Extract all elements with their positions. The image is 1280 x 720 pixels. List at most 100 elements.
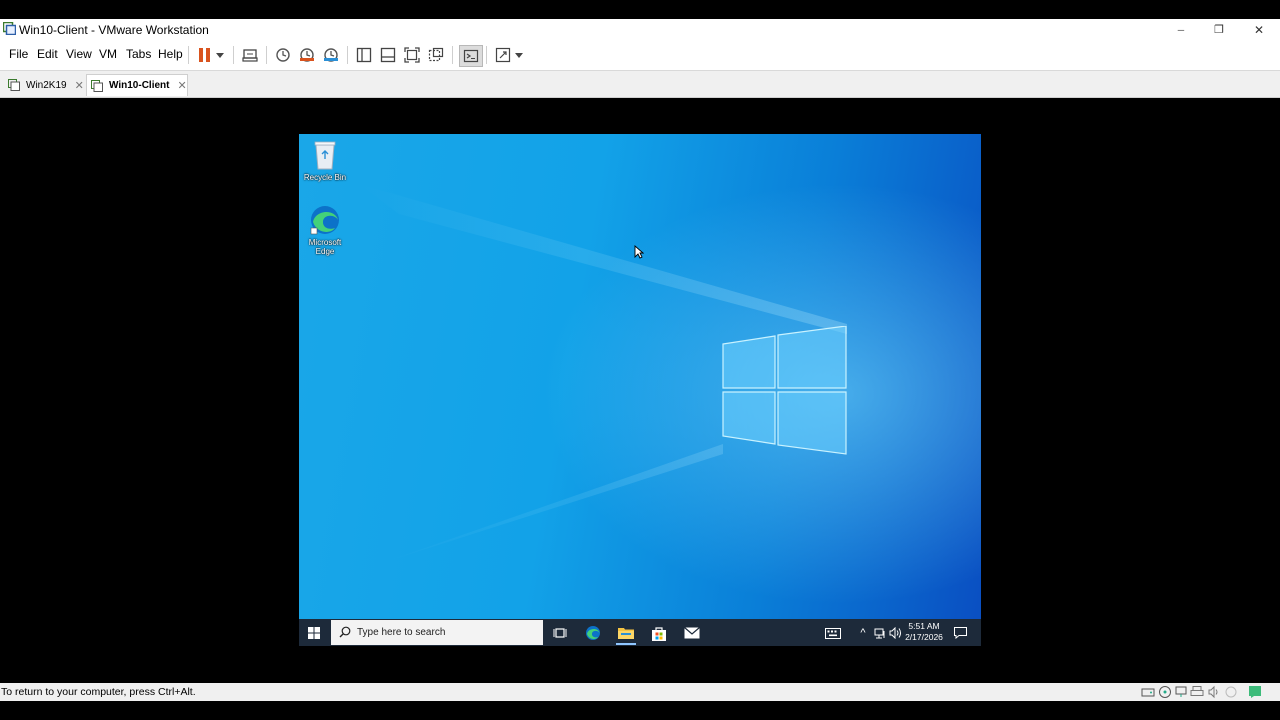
- file-explorer-icon: [618, 628, 634, 639]
- volume-icon: [889, 627, 901, 639]
- take-snapshot-button[interactable]: [272, 45, 294, 65]
- edge-icon: [586, 626, 600, 640]
- pause-icon: [199, 48, 210, 62]
- tab-label: Win2K19: [26, 79, 67, 91]
- library-icon: [356, 47, 372, 63]
- task-view-icon: [553, 628, 567, 638]
- mouse-cursor-icon: [634, 245, 644, 259]
- minimize-button[interactable]: ─: [1161, 19, 1201, 40]
- restore-button[interactable]: ❐: [1199, 19, 1239, 40]
- vm-icon: [91, 79, 103, 92]
- hard-disk-icon[interactable]: [1141, 685, 1155, 699]
- power-dropdown-button[interactable]: [211, 45, 229, 65]
- task-view-button[interactable]: [550, 623, 570, 643]
- vmware-app-icon: [2, 21, 17, 36]
- revert-snapshot-icon: [300, 48, 314, 62]
- start-button[interactable]: [304, 623, 324, 643]
- notification-icon: [953, 627, 967, 639]
- wallpaper-light-beams: [359, 184, 847, 564]
- dropdown-arrow-icon: [515, 52, 523, 58]
- vm-icon: [8, 79, 20, 91]
- microsoft-store-icon: [652, 626, 666, 641]
- console-icon: [463, 49, 479, 63]
- sound-card-icon[interactable]: [1207, 685, 1221, 699]
- full-screen-button[interactable]: [401, 45, 423, 65]
- taskbar-store-button[interactable]: [649, 623, 669, 643]
- console-view-button[interactable]: [459, 45, 483, 67]
- windows-logo-wallpaper: [722, 326, 847, 455]
- desktop-icon-recycle-bin[interactable]: Recycle Bin: [300, 139, 350, 182]
- taskbar-search-box[interactable]: Type here to search: [331, 620, 543, 645]
- stretch-guest-button[interactable]: [492, 45, 514, 65]
- show-hidden-icons-button[interactable]: ^: [853, 623, 873, 643]
- menu-view[interactable]: View: [66, 47, 92, 61]
- guest-desktop[interactable]: Recycle Bin Microsoft Edge: [299, 134, 981, 619]
- toolbar-divider: [233, 46, 234, 64]
- close-window-button[interactable]: ✕: [1239, 19, 1279, 40]
- desktop-icon-label: Microsoft: [308, 238, 342, 247]
- title-bar: Win10-Client - VMware Workstation ─ ❐ ✕: [0, 19, 1280, 40]
- printer-icon[interactable]: [1190, 685, 1204, 699]
- touch-keyboard-button[interactable]: [823, 623, 843, 643]
- chevron-up-icon: ^: [860, 627, 866, 639]
- windows-start-icon: [308, 627, 320, 639]
- stretch-dropdown-button[interactable]: [512, 45, 526, 65]
- minimize-icon: ─: [1177, 24, 1185, 35]
- message-log-icon[interactable]: [1248, 685, 1262, 699]
- revert-snapshot-button[interactable]: [296, 45, 318, 65]
- keyboard-icon: [825, 627, 841, 639]
- clock-date: 2/17/2026: [905, 632, 943, 642]
- thumbnail-bar-button[interactable]: [377, 45, 399, 65]
- thumbnail-bar-icon: [380, 47, 396, 63]
- unity-button[interactable]: [425, 45, 447, 65]
- vm-tab-bar: Win2K19 ✕ Win10-Client ✕: [0, 71, 1280, 98]
- snapshot-manager-button[interactable]: [320, 45, 342, 65]
- cd-dvd-icon[interactable]: [1158, 685, 1172, 699]
- restore-icon: ❐: [1214, 24, 1224, 36]
- close-tab-icon[interactable]: ✕: [177, 79, 186, 92]
- unity-icon: [428, 47, 444, 62]
- menu-file[interactable]: File: [9, 47, 28, 61]
- desktop-icon-label: Edge: [315, 247, 335, 256]
- show-library-button[interactable]: [353, 45, 375, 65]
- menu-toolbar: File Edit View VM Tabs Help: [0, 40, 1280, 71]
- toolbar-divider: [452, 46, 453, 64]
- menu-edit[interactable]: Edit: [37, 47, 58, 61]
- menu-help[interactable]: Help: [158, 47, 183, 61]
- recycle-bin-icon: [314, 141, 336, 170]
- close-tab-icon[interactable]: ✕: [75, 79, 84, 92]
- menu-vm[interactable]: VM: [99, 47, 117, 61]
- snapshot-manager-icon: [324, 48, 338, 62]
- desktop-icon-edge[interactable]: Microsoft Edge: [300, 204, 350, 256]
- toolbar-divider: [486, 46, 487, 64]
- menu-tabs[interactable]: Tabs: [126, 47, 151, 61]
- full-screen-icon: [404, 47, 420, 63]
- tab-win10-client[interactable]: Win10-Client ✕: [86, 74, 188, 96]
- toolbar-divider: [188, 46, 189, 64]
- send-ctrl-alt-del-button[interactable]: [239, 45, 261, 65]
- guest-taskbar: Type here to search ^ 5:51 AM 2/17/2026: [299, 619, 981, 646]
- action-center-button[interactable]: [950, 623, 970, 643]
- dropdown-arrow-icon: [216, 52, 224, 58]
- close-icon: ✕: [1253, 22, 1265, 37]
- taskbar-file-explorer-button[interactable]: [616, 622, 636, 645]
- stretch-icon: [495, 47, 511, 63]
- search-placeholder: Type here to search: [357, 627, 446, 638]
- network-icon: [874, 628, 885, 639]
- taskbar-edge-button[interactable]: [583, 623, 603, 643]
- toolbar-divider: [347, 46, 348, 64]
- window-title: Win10-Client - VMware Workstation: [19, 23, 209, 37]
- tab-label: Win10-Client: [109, 80, 170, 91]
- search-icon: [339, 626, 351, 638]
- toolbar-divider: [266, 46, 267, 64]
- send-ctrl-alt-del-icon: [242, 49, 258, 62]
- clock-time: 5:51 AM: [908, 621, 940, 631]
- tab-win2k19[interactable]: Win2K19 ✕: [4, 75, 86, 95]
- snapshot-icon: [276, 48, 290, 62]
- edge-icon: [310, 206, 339, 235]
- taskbar-mail-button[interactable]: [682, 623, 702, 643]
- network-adapter-icon[interactable]: [1174, 685, 1188, 699]
- display-icon[interactable]: [1224, 685, 1238, 699]
- taskbar-clock[interactable]: 5:51 AM 2/17/2026: [902, 621, 946, 643]
- status-message: To return to your computer, press Ctrl+A…: [1, 686, 196, 698]
